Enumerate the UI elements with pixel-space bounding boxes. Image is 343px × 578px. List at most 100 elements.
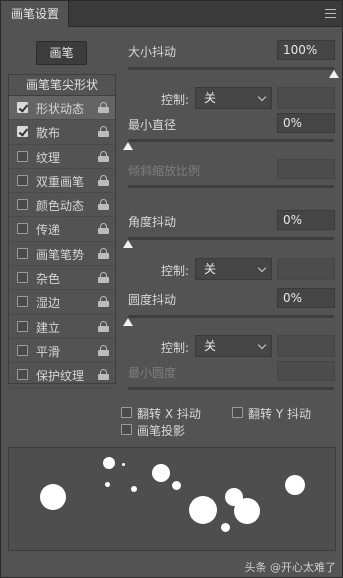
brush-stroke-preview	[8, 447, 336, 551]
brush-option-row[interactable]: 湿边	[9, 290, 115, 315]
brush-option-checkbox[interactable]	[17, 150, 28, 162]
min-roundness-slider-track	[128, 387, 334, 390]
lock-open-icon[interactable]	[98, 296, 109, 308]
lock-open-icon[interactable]	[98, 344, 109, 356]
brush-option-row[interactable]: 纹理	[9, 145, 115, 169]
brush-tip-shape-item[interactable]: 画笔笔尖形状	[9, 75, 115, 96]
lock-open-icon[interactable]	[98, 320, 109, 332]
brush-projection-box[interactable]	[121, 424, 132, 435]
angle-control-label: 控制:	[161, 264, 190, 278]
watermark-text: 头条 @开心太难了	[244, 561, 337, 574]
brush-option-row[interactable]: 散布	[9, 120, 115, 145]
brush-option-checkbox[interactable]	[17, 296, 28, 308]
brush-option-checkbox[interactable]	[17, 102, 28, 113]
preview-dot	[40, 484, 66, 510]
panel-titlebar: 画笔设置	[1, 1, 342, 27]
size-control-fade-field[interactable]	[277, 87, 335, 109]
lock-open-icon[interactable]	[98, 199, 109, 211]
brush-option-checkbox[interactable]	[17, 344, 28, 356]
size-control-select[interactable]: 关	[195, 87, 272, 109]
lock-open-icon[interactable]	[98, 369, 109, 381]
brush-option-row[interactable]: 传递	[9, 217, 115, 242]
brush-option-checkbox[interactable]	[17, 199, 28, 211]
min-diameter-label: 最小直径	[128, 118, 177, 132]
flip-x-box[interactable]	[121, 407, 132, 418]
tilt-scale-field	[277, 159, 335, 179]
chevron-down-icon	[257, 263, 267, 273]
brush-settings-panel: 画笔设置 画笔 画笔笔尖形状 形状动态 散布 纹理双重画笔颜色动态传递画笔笔势杂色湿…	[0, 0, 343, 578]
lock-open-icon[interactable]	[98, 223, 109, 235]
brush-option-row[interactable]: 颜色动态	[9, 193, 115, 218]
brush-option-row[interactable]: 形状动态	[9, 96, 115, 121]
brush-option-checkbox[interactable]	[17, 247, 28, 259]
preview-dot	[221, 523, 230, 532]
brush-option-label: 双重画笔	[36, 174, 85, 189]
preview-dot	[234, 498, 260, 524]
lock-open-icon[interactable]	[98, 102, 109, 113]
brush-option-row[interactable]: 画笔笔势	[9, 242, 115, 267]
lock-open-icon[interactable]	[98, 126, 109, 138]
brush-option-label: 杂色	[36, 272, 61, 287]
min-diameter-field[interactable]: 0%	[277, 113, 335, 133]
lock-open-icon[interactable]	[98, 247, 109, 259]
brush-option-label: 建立	[36, 320, 61, 335]
size-jitter-label: 大小抖动	[128, 45, 177, 59]
brush-presets-button[interactable]: 画笔	[36, 41, 87, 65]
brush-option-row[interactable]: 双重画笔	[9, 169, 115, 194]
brush-option-row[interactable]: 杂色	[9, 266, 115, 291]
brush-option-checkbox[interactable]	[17, 223, 28, 235]
brush-option-row[interactable]: 平滑	[9, 339, 115, 364]
roundness-jitter-label: 圆度抖动	[128, 293, 177, 307]
roundness-jitter-slider-thumb[interactable]	[123, 318, 133, 326]
brush-option-row[interactable]: 保护纹理	[9, 363, 115, 388]
size-jitter-slider-thumb[interactable]	[329, 70, 339, 78]
roundness-control-value: 关	[204, 339, 217, 353]
brush-option-checkbox[interactable]	[17, 320, 28, 332]
min-roundness-field	[277, 361, 335, 381]
brush-option-label: 颜色动态	[36, 199, 85, 214]
angle-control-select[interactable]: 关	[195, 258, 272, 280]
brush-option-checkbox[interactable]	[17, 126, 28, 138]
panel-menu-icon[interactable]	[325, 9, 336, 18]
roundness-control-fade-field[interactable]	[277, 335, 335, 357]
tilt-scale-label: 倾斜缩放比例	[128, 164, 201, 178]
brush-option-row[interactable]: 建立	[9, 315, 115, 339]
min-diameter-slider-track[interactable]	[128, 139, 334, 142]
brush-projection-checkbox[interactable]: 画笔投影	[121, 422, 221, 438]
lock-open-icon[interactable]	[98, 272, 109, 284]
angle-jitter-slider-thumb[interactable]	[123, 240, 133, 248]
brush-projection-label: 画笔投影	[137, 424, 186, 438]
preview-dot	[105, 482, 110, 487]
flip-y-box[interactable]	[232, 407, 243, 418]
tab-brush-settings[interactable]: 画笔设置	[1, 1, 69, 27]
preview-dot	[172, 481, 181, 490]
min-roundness-label: 最小圆度	[128, 366, 177, 380]
size-control-label: 控制:	[161, 93, 190, 107]
angle-jitter-field[interactable]: 0%	[277, 210, 335, 230]
preview-dot	[131, 486, 137, 492]
preview-dot	[103, 457, 115, 469]
angle-jitter-slider-track[interactable]	[128, 237, 334, 240]
roundness-control-select[interactable]: 关	[195, 335, 272, 357]
roundness-jitter-field[interactable]: 0%	[277, 288, 335, 308]
tilt-scale-slider-track	[128, 185, 334, 188]
brush-option-label: 平滑	[36, 344, 61, 359]
flip-y-checkbox[interactable]: 翻转 Y 抖动	[232, 405, 332, 421]
size-jitter-slider-track[interactable]	[128, 67, 334, 70]
flip-x-checkbox[interactable]: 翻转 X 抖动	[121, 405, 221, 421]
brush-option-label: 画笔笔势	[36, 247, 85, 262]
size-jitter-field[interactable]: 100%	[277, 40, 335, 60]
angle-control-fade-field[interactable]	[277, 258, 335, 280]
brush-option-label: 湿边	[36, 296, 61, 311]
preview-dot	[189, 496, 217, 524]
min-diameter-slider-thumb[interactable]	[123, 142, 133, 150]
preview-dot	[285, 475, 305, 495]
brush-option-checkbox[interactable]	[17, 272, 28, 284]
preview-dot	[152, 464, 170, 482]
roundness-jitter-slider-track[interactable]	[128, 315, 334, 318]
brush-option-checkbox[interactable]	[17, 174, 28, 186]
lock-open-icon[interactable]	[98, 174, 109, 186]
brush-option-checkbox[interactable]	[17, 369, 28, 381]
brush-option-label: 传递	[36, 223, 61, 238]
lock-open-icon[interactable]	[98, 150, 109, 162]
